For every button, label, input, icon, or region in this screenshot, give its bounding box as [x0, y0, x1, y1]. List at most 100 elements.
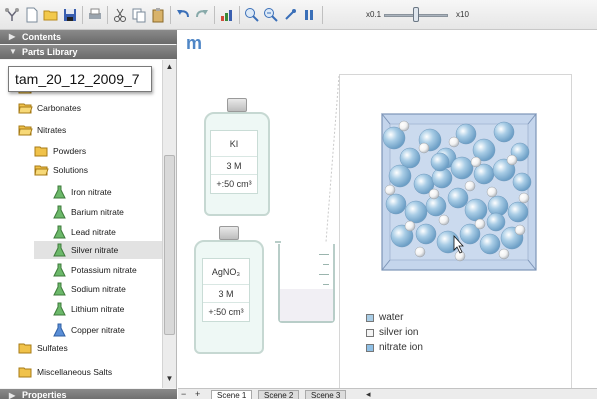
legend-label: water: [379, 312, 404, 323]
tree-item-label: Solutions: [53, 165, 88, 175]
silver-ion-particle: [464, 180, 476, 192]
water-particle: [430, 152, 450, 172]
scene-tab[interactable]: Scene 1: [211, 390, 253, 399]
pipette-icon[interactable]: [282, 7, 298, 23]
tree-item-label: Carbonates: [37, 103, 81, 113]
water-particle: [507, 201, 529, 223]
expand-arrow-icon: ▼: [9, 47, 17, 56]
scene-tab[interactable]: Scene 3: [305, 390, 347, 399]
folder-icon: [34, 144, 49, 158]
copy-icon[interactable]: [131, 7, 147, 23]
silver-ion-particle: [398, 120, 410, 132]
tree-item[interactable]: Sodium nitrate: [52, 280, 126, 298]
chemistry-icon[interactable]: [4, 7, 20, 23]
legend-label: nitrate ion: [379, 342, 423, 353]
zoom-min-label: x0.1: [366, 10, 382, 19]
silver-ion-particle: [486, 186, 498, 198]
water-particle: [447, 187, 469, 209]
collapse-arrow-icon: ▶: [9, 32, 16, 41]
legend-swatch: [366, 329, 374, 337]
tree-item[interactable]: Sulfates: [18, 339, 68, 357]
undo-icon[interactable]: [175, 7, 191, 23]
particle-legend: water silver ion nitrate ion: [366, 310, 423, 355]
molecule-view[interactable]: [380, 112, 538, 272]
folder-open-icon: [34, 163, 49, 177]
scroll-left-icon[interactable]: ◂: [366, 389, 371, 399]
silver-ion-particle: [414, 246, 426, 258]
properties-label: Properties: [22, 390, 67, 399]
legend-item: silver ion: [366, 325, 423, 340]
water-particle: [512, 172, 532, 192]
tree-item-label: Powders: [53, 146, 87, 156]
tree-item-label: Miscellaneous Salts: [37, 367, 113, 377]
scene-tab[interactable]: Scene 2: [258, 390, 300, 399]
zoom-in-icon[interactable]: [244, 7, 260, 23]
tree-item[interactable]: Solutions: [34, 161, 88, 179]
tree-item[interactable]: Copper nitrate: [52, 321, 125, 339]
legend-swatch: [366, 314, 374, 322]
redo-icon[interactable]: [194, 7, 210, 23]
tree-item-label: Lead nitrate: [71, 227, 116, 237]
tree-item-label: Nitrates: [37, 125, 67, 135]
zoom-slider-thumb[interactable]: [413, 7, 419, 22]
tree-item[interactable]: Potassium nitrate: [52, 261, 137, 279]
silver-ion-particle: [470, 156, 482, 168]
water-particle: [479, 233, 501, 255]
water-particle: [425, 195, 447, 217]
flask-green-icon: [52, 185, 67, 199]
zoom-out-icon[interactable]: [263, 7, 279, 23]
print-icon[interactable]: [87, 7, 103, 23]
open-folder-icon[interactable]: [43, 7, 59, 23]
tree-scrollbar[interactable]: ▲ ▼: [162, 60, 176, 388]
tree-item[interactable]: Barium nitrate: [52, 203, 124, 221]
silver-ion-particle: [384, 184, 396, 196]
add-scene-button[interactable]: +: [195, 389, 200, 399]
collapse-arrow-icon: ▶: [9, 391, 16, 399]
zoom-max-label: x10: [456, 10, 469, 19]
tree-item[interactable]: Lead nitrate: [52, 223, 116, 241]
folder-open-icon: [18, 123, 33, 137]
flask-green-icon: [52, 302, 67, 316]
tree-item[interactable]: Miscellaneous Salts: [18, 363, 112, 381]
cut-icon[interactable]: [112, 7, 128, 23]
legend-swatch: [366, 344, 374, 352]
tree-item-label: Silver nitrate: [71, 245, 119, 255]
flask-blue-icon: [52, 323, 67, 337]
flask-green-icon: [52, 263, 67, 277]
scene-tab-bar: − + Scene 1 Scene 2 Scene 3 ◂: [178, 388, 597, 399]
tree-item[interactable]: Powders: [34, 142, 86, 160]
tree-item[interactable]: Nitrates: [18, 121, 66, 139]
scene-canvas[interactable]: m KI 3 M +:50 cm³ AgNO₃ 3 M +:50 cm³ wat…: [178, 30, 597, 390]
parts-library-panel-header[interactable]: ▼ Parts Library: [0, 45, 177, 59]
legend-item: water: [366, 310, 423, 325]
folder-icon: [18, 341, 33, 355]
tree-item[interactable]: Lithium nitrate: [52, 300, 124, 318]
water-particle: [399, 147, 421, 169]
properties-panel-header[interactable]: ▶ Properties: [0, 389, 177, 399]
silver-ion-particle: [404, 220, 416, 232]
chart-icon[interactable]: [219, 7, 235, 23]
scrollbar-thumb[interactable]: [164, 155, 175, 335]
remove-scene-button[interactable]: −: [181, 389, 186, 399]
tree-item-label: Iron nitrate: [71, 187, 112, 197]
scroll-up-icon[interactable]: ▲: [163, 62, 176, 74]
save-icon[interactable]: [62, 7, 78, 23]
scroll-down-icon[interactable]: ▼: [163, 374, 176, 386]
tree-item[interactable]: Carbonates: [18, 99, 81, 117]
new-file-icon[interactable]: [24, 7, 40, 23]
tree-item-label: Barium nitrate: [71, 207, 124, 217]
water-particle: [450, 156, 474, 180]
tree-item[interactable]: Silver nitrate: [34, 241, 162, 259]
tooltip: tam_20_12_2009_7: [8, 66, 152, 92]
tree-item-label: Sulfates: [37, 343, 68, 353]
folder-icon: [18, 365, 33, 379]
silver-ion-particle: [438, 214, 450, 226]
silver-ion-particle: [474, 218, 486, 230]
pause-icon[interactable]: [301, 7, 317, 23]
tree-item-label: Copper nitrate: [71, 325, 125, 335]
tree-item[interactable]: Iron nitrate: [52, 183, 112, 201]
parts-library-tree: SulfidesCarbonatesNitratesPowdersSolutio…: [0, 60, 162, 388]
paste-icon[interactable]: [150, 7, 166, 23]
silver-ion-particle: [498, 248, 510, 260]
contents-panel-header[interactable]: ▶ Contents: [0, 30, 177, 44]
